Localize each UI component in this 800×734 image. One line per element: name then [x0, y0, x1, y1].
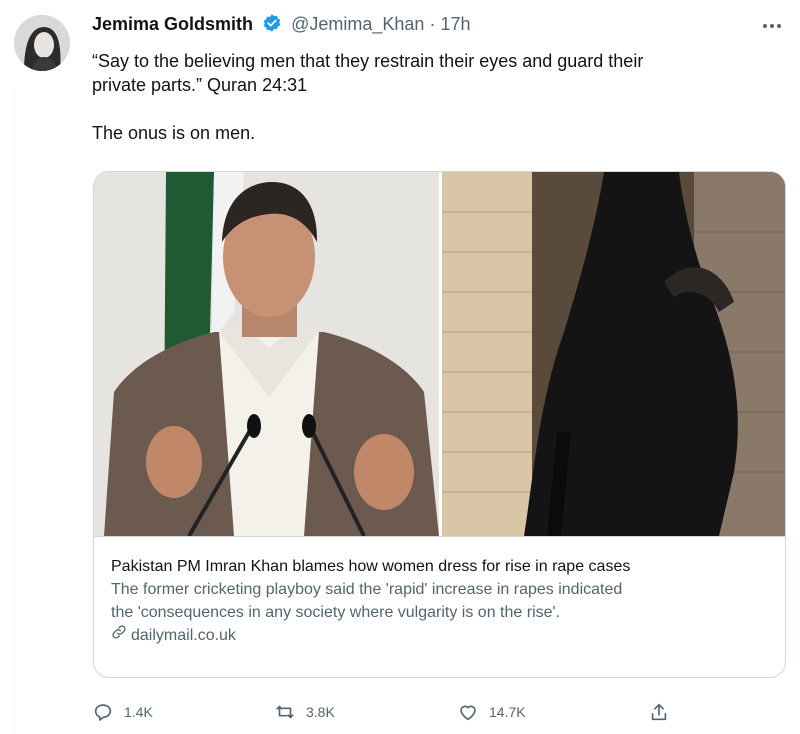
like-count: 14.7K	[489, 704, 526, 720]
reply-icon	[92, 701, 114, 723]
tweet-text-line: The onus is on men.	[92, 123, 256, 143]
tweet-text-line: private parts.” Quran 24:31	[92, 75, 308, 95]
retweet-button[interactable]: 3.8K	[274, 701, 335, 723]
like-icon	[457, 701, 479, 723]
retweet-icon	[274, 701, 296, 723]
like-button[interactable]: 14.7K	[457, 701, 526, 723]
card-title[interactable]: Pakistan PM Imran Khan blames how women …	[111, 555, 785, 578]
reply-button[interactable]: 1.4K	[92, 701, 153, 723]
tweet-actions: 1.4K 3.8K 14.7K	[92, 701, 692, 727]
link-card[interactable]: Pakistan PM Imran Khan blames how women …	[93, 171, 786, 678]
card-description-line: the 'consequences in any society where v…	[111, 604, 561, 621]
more-options-icon[interactable]	[758, 16, 786, 36]
author-handle[interactable]: @Jemima_Khan	[291, 14, 424, 34]
tweet-header: Jemima Goldsmith @Jemima_Khan · 17h	[92, 12, 471, 39]
card-description-line: The former cricketing playboy said the '…	[111, 581, 623, 598]
card-domain[interactable]: dailymail.co.uk	[111, 624, 785, 647]
tweet-text-line: “Say to the believing men that they rest…	[92, 51, 644, 71]
author-name[interactable]: Jemima Goldsmith	[92, 14, 253, 34]
tweet-timestamp[interactable]: 17h	[440, 14, 470, 34]
tweet-text: “Say to the believing men that they rest…	[92, 49, 772, 145]
avatar[interactable]	[14, 15, 70, 71]
reply-count: 1.4K	[124, 704, 153, 720]
card-domain-text: dailymail.co.uk	[131, 627, 236, 644]
header-separator: ·	[429, 14, 436, 34]
link-icon	[111, 624, 127, 647]
avatar-photo	[14, 15, 70, 71]
card-text[interactable]: Pakistan PM Imran Khan blames how women …	[94, 536, 785, 677]
retweet-count: 3.8K	[306, 704, 335, 720]
share-icon	[648, 701, 670, 723]
share-button[interactable]	[648, 701, 670, 723]
card-image-photos	[94, 172, 785, 536]
verified-badge-icon	[262, 13, 282, 39]
thread-line	[14, 88, 15, 734]
card-image[interactable]	[94, 172, 785, 536]
